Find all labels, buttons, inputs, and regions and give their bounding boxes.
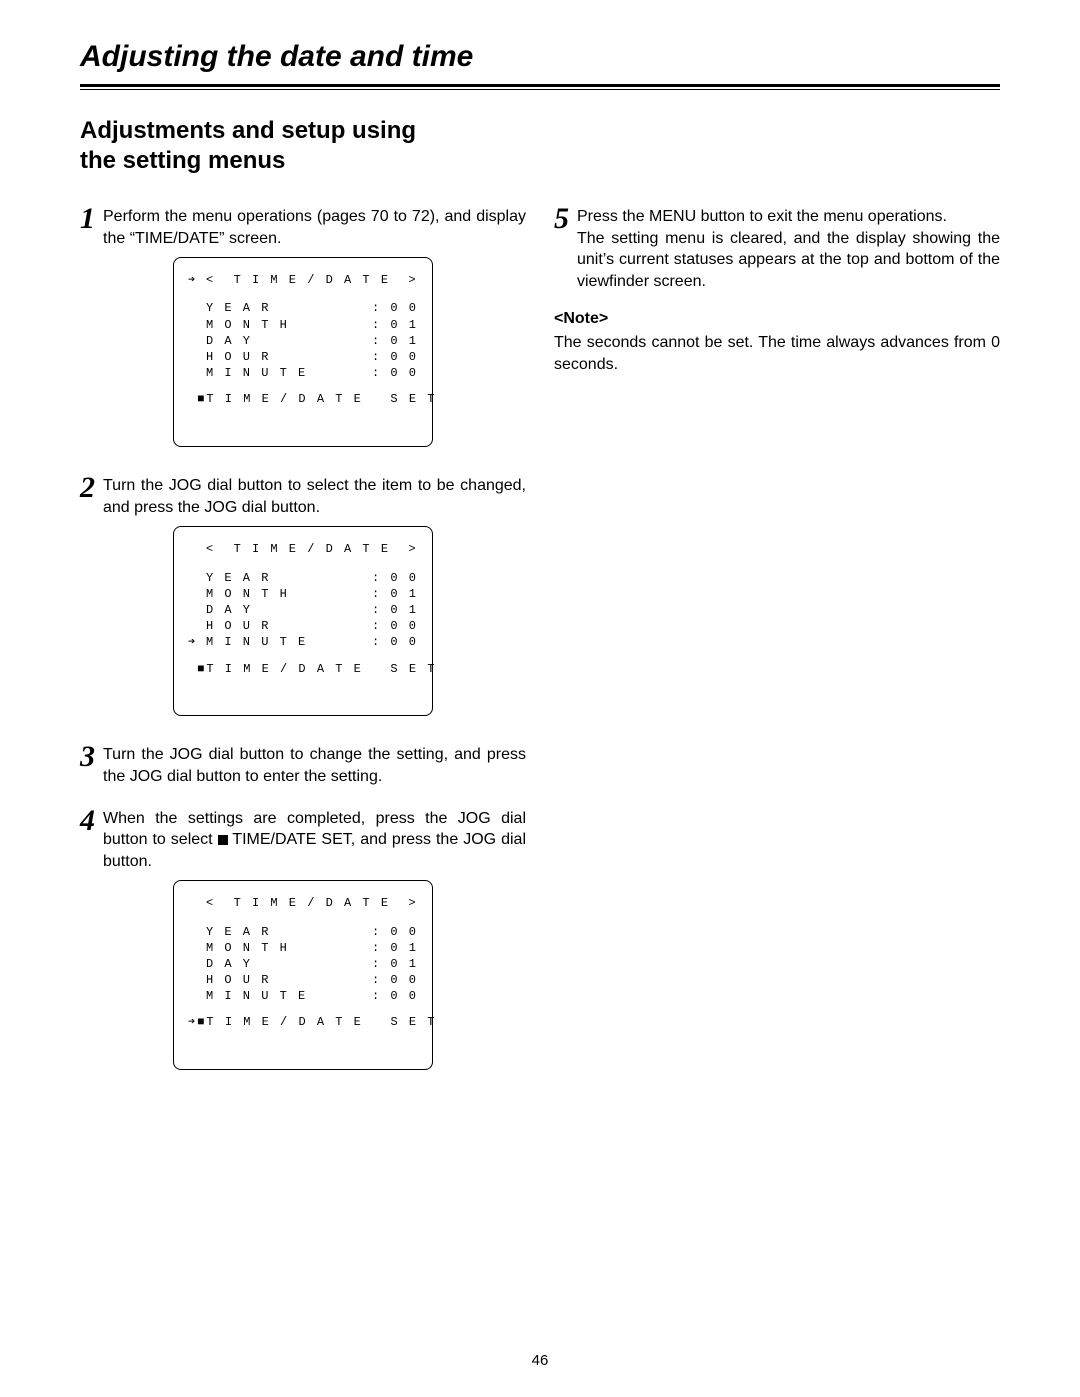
osd-row: H O U R: 0 0 bbox=[188, 618, 418, 634]
step-number: 4 bbox=[80, 806, 95, 836]
osd-row: ➔M I N U T E: 0 0 bbox=[188, 634, 418, 650]
step5-main: Press the MENU button to exit the menu o… bbox=[577, 208, 947, 225]
osd-row: M I N U T E: 0 0 bbox=[188, 988, 418, 1004]
osd-row: D A Y: 0 1 bbox=[188, 333, 418, 349]
manual-page: Adjusting the date and time Adjustments … bbox=[0, 0, 1080, 1397]
step-4: 4 When the settings are completed, press… bbox=[80, 808, 526, 873]
rule-thick bbox=[80, 84, 1000, 87]
osd-row: D A Y: 0 1 bbox=[188, 602, 418, 618]
screen-4: < T I M E / D A T E > Y E A R: 0 0 M O N… bbox=[173, 880, 433, 1070]
square-icon bbox=[218, 835, 228, 845]
page-number: 46 bbox=[0, 1352, 1080, 1369]
step-number: 2 bbox=[80, 473, 95, 503]
step-number: 3 bbox=[80, 742, 95, 772]
osd-title: < T I M E / D A T E > bbox=[188, 895, 418, 911]
osd-row: Y E A R: 0 0 bbox=[188, 300, 418, 316]
step-1: 1 Perform the menu operations (pages 70 … bbox=[80, 206, 526, 249]
step5-extra: The setting menu is cleared, and the dis… bbox=[577, 230, 1000, 290]
page-title: Adjusting the date and time bbox=[80, 40, 1000, 74]
osd-title: ➔< T I M E / D A T E > bbox=[188, 272, 418, 288]
osd-row: H O U R: 0 0 bbox=[188, 349, 418, 365]
osd-row: H O U R: 0 0 bbox=[188, 972, 418, 988]
osd-row: Y E A R: 0 0 bbox=[188, 570, 418, 586]
subtitle-line1: Adjustments and setup using bbox=[80, 117, 416, 144]
osd-set: ■T I M E / D A T E S E T bbox=[188, 661, 418, 677]
step-5: 5 Press the MENU button to exit the menu… bbox=[554, 206, 1000, 292]
screen-1: ➔< T I M E / D A T E > Y E A R: 0 0 M O … bbox=[173, 257, 433, 447]
step-text: Turn the JOG dial button to select the i… bbox=[103, 475, 526, 518]
osd-row: M O N T H: 0 1 bbox=[188, 586, 418, 602]
osd-set: ➔■T I M E / D A T E S E T bbox=[188, 1014, 418, 1030]
osd-row: D A Y: 0 1 bbox=[188, 956, 418, 972]
step-text: Turn the JOG dial button to change the s… bbox=[103, 744, 526, 787]
subtitle-line2: the setting menus bbox=[80, 147, 285, 174]
step-3: 3 Turn the JOG dial button to change the… bbox=[80, 744, 526, 787]
step-2: 2 Turn the JOG dial button to select the… bbox=[80, 475, 526, 518]
rule-thin bbox=[80, 89, 1000, 90]
step-text: Perform the menu operations (pages 70 to… bbox=[103, 206, 526, 249]
left-column: 1 Perform the menu operations (pages 70 … bbox=[80, 206, 526, 1098]
osd-row: M I N U T E: 0 0 bbox=[188, 365, 418, 381]
osd-set: ■T I M E / D A T E S E T bbox=[188, 391, 418, 407]
section-subtitle: Adjustments and setup using the setting … bbox=[80, 116, 1000, 176]
two-column-layout: 1 Perform the menu operations (pages 70 … bbox=[80, 206, 1000, 1098]
osd-row: Y E A R: 0 0 bbox=[188, 924, 418, 940]
osd-title: < T I M E / D A T E > bbox=[188, 541, 418, 557]
step-number: 5 bbox=[554, 204, 569, 234]
osd-row: M O N T H: 0 1 bbox=[188, 940, 418, 956]
step-text: Press the MENU button to exit the menu o… bbox=[577, 206, 1000, 292]
note-text: The seconds cannot be set. The time alwa… bbox=[554, 332, 1000, 375]
step-text: When the settings are completed, press t… bbox=[103, 808, 526, 873]
screen-2: < T I M E / D A T E > Y E A R: 0 0 M O N… bbox=[173, 526, 433, 716]
note-heading: <Note> bbox=[554, 310, 1000, 328]
right-column: 5 Press the MENU button to exit the menu… bbox=[554, 206, 1000, 376]
osd-row: M O N T H: 0 1 bbox=[188, 317, 418, 333]
step-number: 1 bbox=[80, 204, 95, 234]
